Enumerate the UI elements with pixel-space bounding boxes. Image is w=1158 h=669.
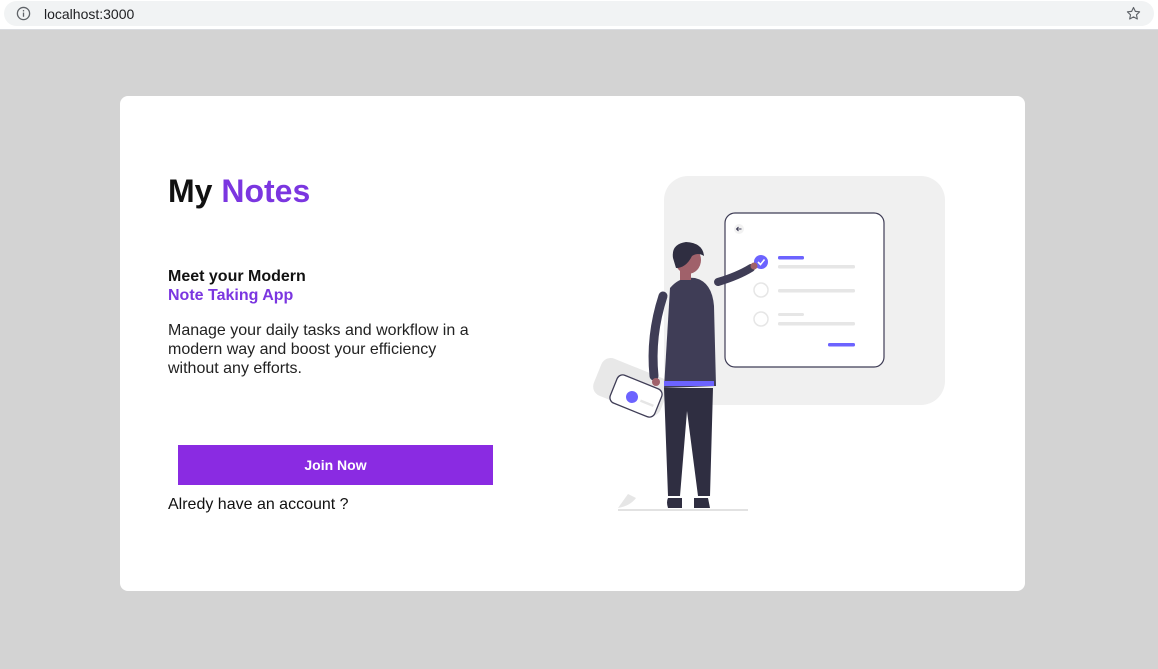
tagline-line-2: Note Taking App (168, 287, 294, 304)
description-text: Manage your daily tasks and workflow in … (168, 322, 469, 377)
browser-address-bar: localhost:3000 (0, 0, 1158, 30)
app-title-accent: Notes (221, 173, 311, 209)
star-icon[interactable] (1125, 5, 1142, 22)
app-title-prefix: My (168, 173, 213, 209)
login-link[interactable]: Alredy have an account ? (168, 495, 349, 514)
info-icon[interactable] (16, 6, 31, 21)
task-checklist-illustration (593, 176, 945, 511)
landing-card: My Notes Meet your Modern Note Taking Ap… (120, 96, 1025, 591)
url-field[interactable]: localhost:3000 (4, 1, 1154, 26)
url-text: localhost:3000 (44, 6, 135, 22)
tagline-line-1: Meet your Modern (168, 268, 306, 285)
join-now-button[interactable]: Join Now (178, 445, 493, 485)
app-title: My Notes (168, 172, 310, 210)
